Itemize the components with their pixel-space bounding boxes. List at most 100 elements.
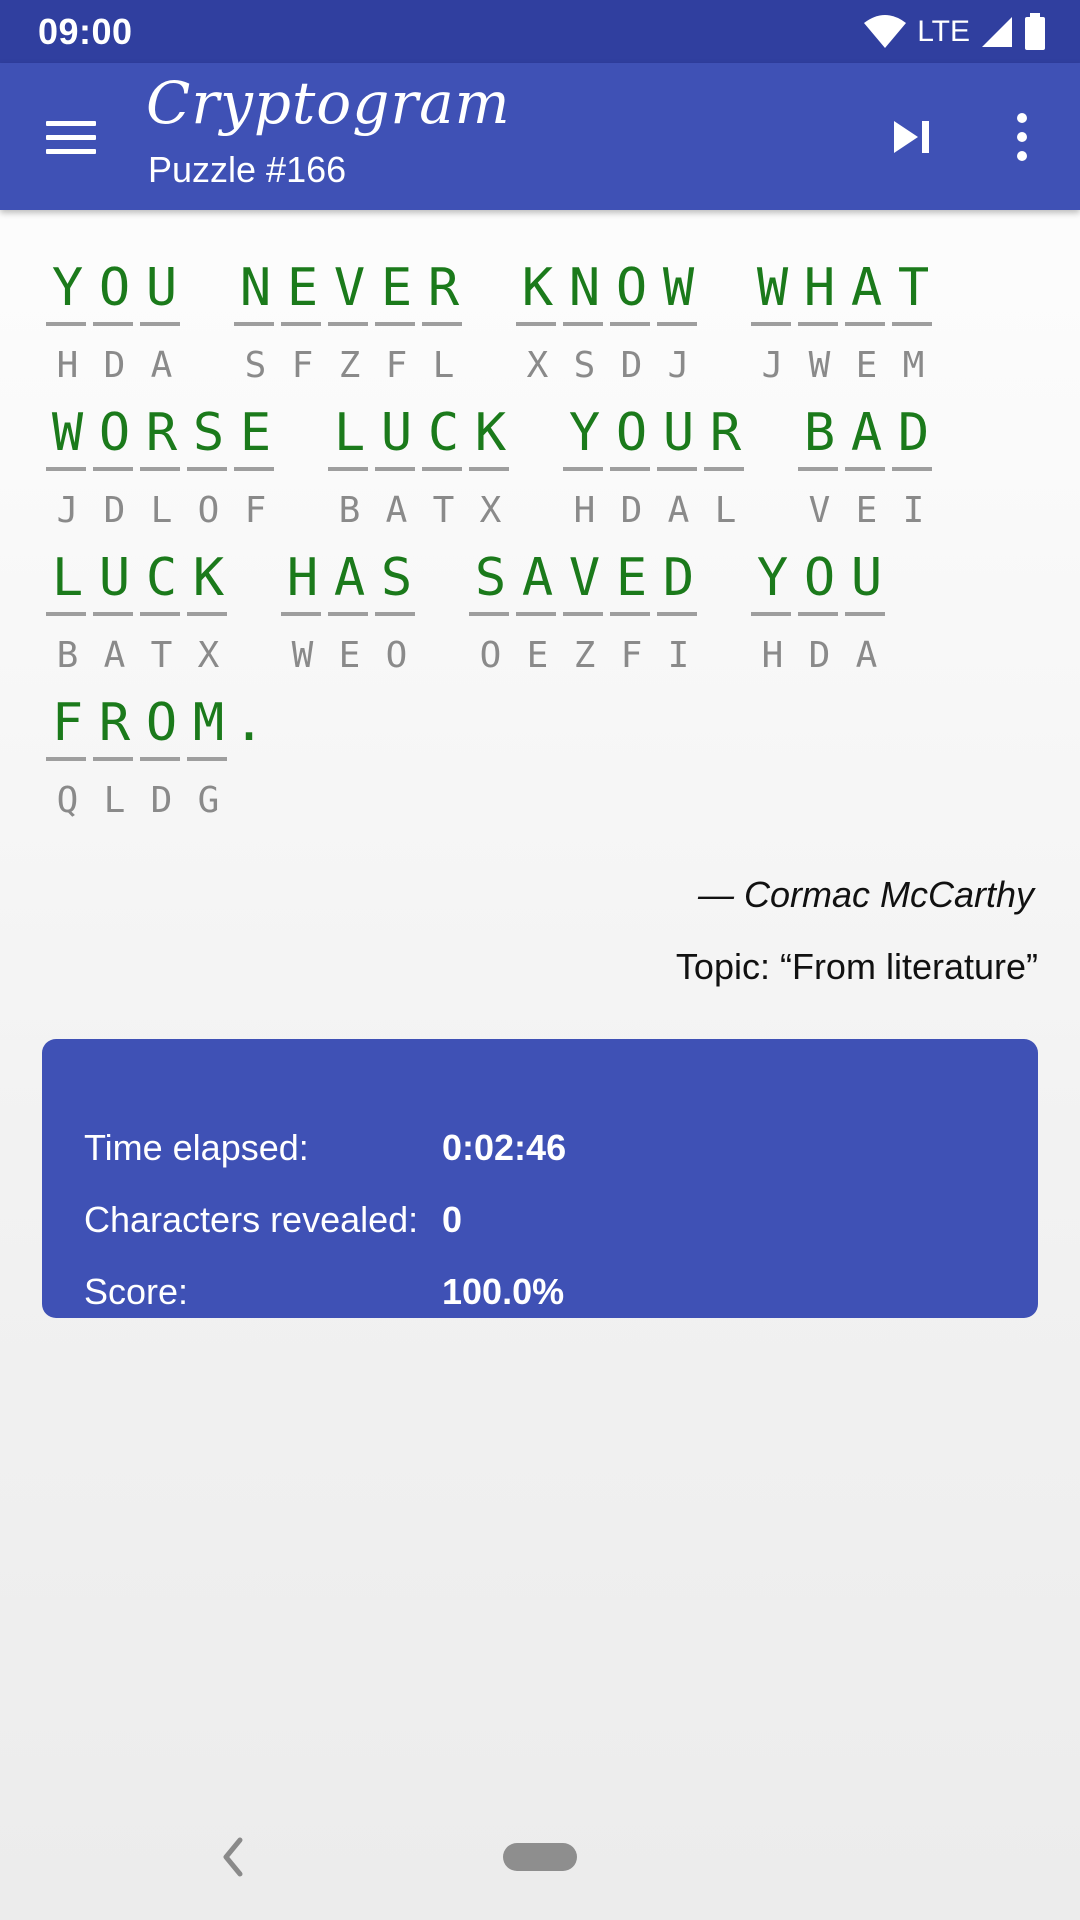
puzzle-letter-cell[interactable]: YH	[749, 548, 796, 693]
menu-icon[interactable]	[40, 113, 104, 163]
cipher-letter: W	[808, 345, 831, 386]
letter-underline	[140, 467, 180, 471]
back-icon[interactable]	[218, 1836, 248, 1878]
puzzle-letter-cell[interactable]: WJ	[655, 258, 702, 403]
puzzle-letter-cell[interactable]: OD	[608, 258, 655, 403]
cipher-letter: O	[479, 635, 502, 676]
solved-letter: A	[333, 548, 366, 608]
solved-letter: W	[662, 258, 695, 318]
puzzle-letter-cell[interactable]: UA	[138, 258, 185, 403]
puzzle-letter-cell[interactable]: KX	[514, 258, 561, 403]
cipher-letter: H	[573, 490, 596, 531]
puzzle-letter-cell[interactable]: SO	[185, 403, 232, 548]
letter-underline	[93, 612, 133, 616]
puzzle-letter-cell[interactable]: HW	[279, 548, 326, 693]
solved-letter: A	[850, 258, 883, 318]
puzzle-letter-cell[interactable]: OD	[138, 693, 185, 838]
puzzle-letter-cell[interactable]: EF	[373, 258, 420, 403]
word-gap	[279, 403, 326, 548]
cipher-letter: X	[479, 490, 502, 531]
puzzle-letter-cell[interactable]: OD	[91, 403, 138, 548]
puzzle-letter-cell[interactable]: FQ	[44, 693, 91, 838]
cipher-letter: S	[573, 345, 596, 386]
solved-letter: C	[145, 548, 178, 608]
puzzle-letter-cell[interactable]: LB	[44, 548, 91, 693]
cipher-letter: D	[620, 345, 643, 386]
puzzle-letter-cell[interactable]: OD	[91, 258, 138, 403]
cipher-letter: F	[620, 635, 643, 676]
letter-underline	[657, 467, 697, 471]
puzzle-letter-cell[interactable]: AE	[514, 548, 561, 693]
solved-letter: Y	[756, 548, 789, 608]
puzzle-letter-cell[interactable]: UA	[655, 403, 702, 548]
puzzle-letter-cell[interactable]: RL	[420, 258, 467, 403]
letter-underline	[845, 467, 885, 471]
solved-letter: L	[333, 403, 366, 463]
puzzle-letter-cell[interactable]: AE	[843, 403, 890, 548]
cipher-letter: F	[291, 345, 314, 386]
letter-underline	[610, 467, 650, 471]
puzzle-letter-cell[interactable]: EF	[279, 258, 326, 403]
puzzle-letter-cell[interactable]: UA	[843, 548, 890, 693]
puzzle-letter-cell[interactable]: HW	[796, 258, 843, 403]
letter-underline	[563, 467, 603, 471]
puzzle-letter-cell[interactable]: YH	[44, 258, 91, 403]
cipher-letter: E	[526, 635, 549, 676]
stat-value: 100.0%	[442, 1271, 565, 1312]
puzzle-letter-cell[interactable]: VZ	[561, 548, 608, 693]
puzzle-letter-cell[interactable]: WJ	[749, 258, 796, 403]
puzzle-letter-cell[interactable]: RL	[91, 693, 138, 838]
puzzle-letter-cell[interactable]: CT	[420, 403, 467, 548]
letter-underline	[93, 467, 133, 471]
cipher-letter: G	[197, 780, 220, 821]
puzzle-letter-cell[interactable]: UA	[91, 548, 138, 693]
letter-underline	[281, 612, 321, 616]
puzzle-letter-cell[interactable]: OD	[796, 548, 843, 693]
status-time: 09:00	[38, 10, 133, 52]
home-pill-icon[interactable]	[503, 1843, 577, 1871]
puzzle-letter-cell[interactable]: AE	[843, 258, 890, 403]
puzzle-letter-cell[interactable]: UA	[373, 403, 420, 548]
cipher-letter: E	[855, 490, 878, 531]
puzzle-letter-cell[interactable]: KX	[185, 548, 232, 693]
letter-underline	[422, 322, 462, 326]
cipher-letter: L	[103, 780, 126, 821]
puzzle-letter-cell[interactable]: SO	[373, 548, 420, 693]
puzzle-letter-cell[interactable]: LB	[326, 403, 373, 548]
cipher-letter: A	[103, 635, 126, 676]
puzzle-letter-cell[interactable]: VZ	[326, 258, 373, 403]
puzzle-letter-cell[interactable]: KX	[467, 403, 514, 548]
puzzle-letter-cell[interactable]: RL	[138, 403, 185, 548]
puzzle-letter-cell[interactable]: SO	[467, 548, 514, 693]
puzzle-letter-cell[interactable]: DI	[890, 403, 937, 548]
puzzle-letter-cell[interactable]: YH	[561, 403, 608, 548]
puzzle-letter-cell[interactable]: BV	[796, 403, 843, 548]
puzzle-letter-cell[interactable]: NS	[561, 258, 608, 403]
letter-underline	[93, 757, 133, 761]
puzzle-letter-cell[interactable]: EF	[232, 403, 279, 548]
cipher-letter: S	[244, 345, 267, 386]
puzzle-topic: Topic: “From literature”	[675, 946, 1038, 987]
puzzle-punctuation: .	[232, 693, 266, 838]
puzzle-letter-cell[interactable]: TM	[890, 258, 937, 403]
skip-next-icon[interactable]	[888, 113, 936, 161]
more-vert-icon[interactable]	[1000, 107, 1044, 167]
solved-letter: E	[380, 258, 413, 318]
solved-letter: U	[98, 548, 131, 608]
puzzle-letter-cell[interactable]: NS	[232, 258, 279, 403]
puzzle-letter-cell[interactable]: OD	[608, 403, 655, 548]
puzzle-letter-cell[interactable]: AE	[326, 548, 373, 693]
cipher-letter: O	[385, 635, 408, 676]
cipher-letter: D	[620, 490, 643, 531]
puzzle-letter-cell[interactable]: CT	[138, 548, 185, 693]
solved-letter: A	[521, 548, 554, 608]
solved-letter: E	[286, 258, 319, 318]
letter-underline	[798, 612, 838, 616]
puzzle-letter-cell[interactable]: EF	[608, 548, 655, 693]
cipher-letter: A	[385, 490, 408, 531]
puzzle-letter-cell[interactable]: MG	[185, 693, 232, 838]
solved-letter: K	[192, 548, 225, 608]
puzzle-letter-cell[interactable]: DI	[655, 548, 702, 693]
puzzle-letter-cell[interactable]: RL	[702, 403, 749, 548]
puzzle-letter-cell[interactable]: WJ	[44, 403, 91, 548]
